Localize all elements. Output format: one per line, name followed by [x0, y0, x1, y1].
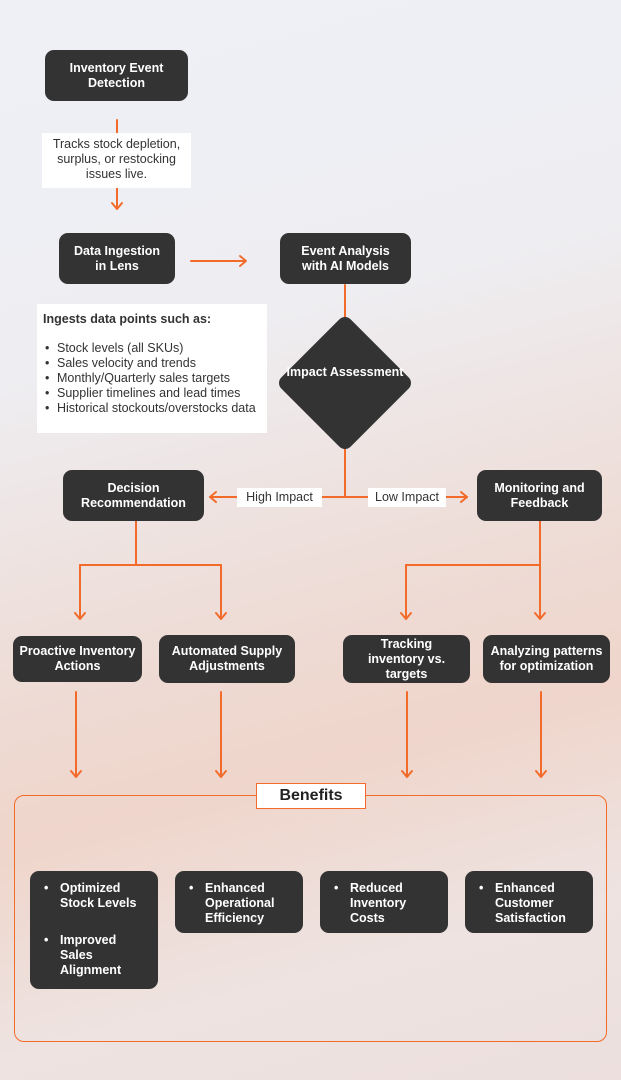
edge-label-low-impact: Low Impact — [368, 488, 446, 507]
node-label: Monitoring and Feedback — [494, 480, 585, 510]
list-item: Sales velocity and trends — [43, 356, 267, 371]
list-item: Monthly/Quarterly sales targets — [43, 371, 267, 386]
benefit-item: Enhanced Operational Efficiency — [189, 881, 295, 926]
note-detection: Tracks stock depletion, surplus, or rest… — [42, 133, 191, 188]
diamond-label: Impact Assessment — [286, 365, 404, 379]
node-tracking-inventory[interactable]: Tracking inventory vs. targets — [343, 635, 470, 683]
note-ingestion: Ingests data points such as: Stock level… — [37, 304, 267, 433]
note-text: Tracks stock depletion, surplus, or rest… — [52, 137, 181, 181]
benefit-item: Optimized Stock Levels — [44, 881, 150, 911]
node-label: Automated Supply Adjustments — [171, 644, 283, 673]
node-proactive-inventory-actions[interactable]: Proactive Inventory Actions — [13, 636, 142, 682]
benefit-card[interactable]: Optimized Stock Levels Improved Sales Al… — [30, 871, 158, 989]
list-item: Supplier timelines and lead times — [43, 386, 267, 401]
node-data-ingestion[interactable]: Data Ingestion in Lens — [59, 233, 175, 284]
list-item: Historical stockouts/overstocks data — [43, 401, 267, 416]
benefit-card[interactable]: Reduced Inventory Costs — [320, 871, 448, 933]
list-item: Stock levels (all SKUs) — [43, 341, 267, 356]
note-heading: Ingests data points such as: — [43, 312, 212, 326]
benefit-item: Enhanced Customer Satisfaction — [479, 881, 585, 926]
node-event-analysis[interactable]: Event Analysis with AI Models — [280, 233, 411, 284]
node-monitoring-feedback[interactable]: Monitoring and Feedback — [477, 470, 602, 521]
edge-label-high-impact: High Impact — [237, 488, 322, 507]
benefit-card[interactable]: Enhanced Customer Satisfaction — [465, 871, 593, 933]
node-decision-recommendation[interactable]: Decision Recommendation — [63, 470, 204, 521]
node-automated-supply-adjustments[interactable]: Automated Supply Adjustments — [159, 635, 295, 683]
ingestion-data-list: Stock levels (all SKUs) Sales velocity a… — [43, 341, 267, 416]
benefit-card[interactable]: Enhanced Operational Efficiency — [175, 871, 303, 933]
benefit-item: Improved Sales Alignment — [44, 933, 150, 978]
node-analyzing-patterns[interactable]: Analyzing patterns for optimization — [483, 635, 610, 683]
benefits-title: Benefits — [256, 783, 366, 809]
node-label: Inventory Event Detection — [69, 60, 164, 90]
node-label: Decision Recommendation — [81, 480, 186, 510]
node-label: Analyzing patterns for optimization — [490, 644, 603, 673]
node-label: Event Analysis with AI Models — [301, 243, 390, 273]
benefit-item: Reduced Inventory Costs — [334, 881, 440, 926]
node-label: Proactive Inventory Actions — [19, 644, 136, 673]
node-label: Tracking inventory vs. targets — [367, 636, 446, 681]
node-label: Data Ingestion in Lens — [73, 243, 161, 273]
node-inventory-event-detection[interactable]: Inventory Event Detection — [45, 50, 188, 101]
